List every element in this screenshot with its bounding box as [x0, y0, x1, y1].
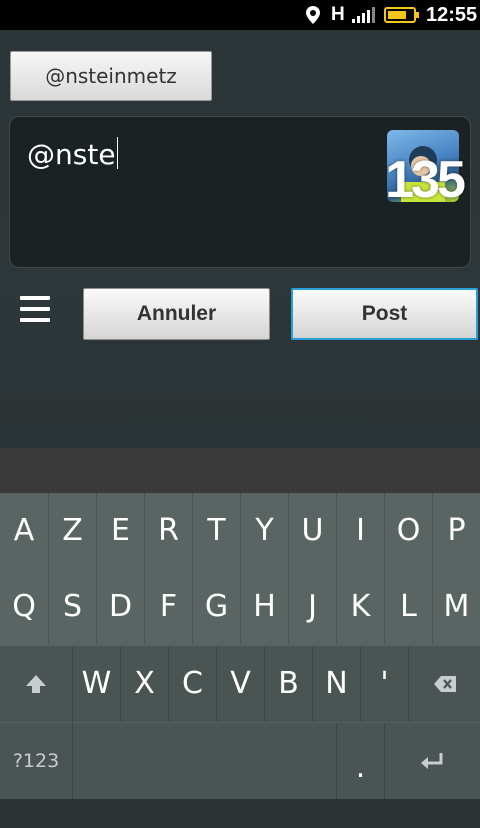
key-p[interactable]: P — [432, 493, 480, 569]
key-r[interactable]: R — [144, 493, 192, 569]
key-z[interactable]: Z — [48, 493, 96, 569]
key-x[interactable]: X — [120, 646, 168, 722]
keyboard-row-4: ?123 . — [0, 723, 480, 799]
symbols-key[interactable]: ?123 — [0, 723, 72, 799]
key-b[interactable]: B — [264, 646, 312, 722]
space-key[interactable] — [72, 723, 336, 799]
location-icon — [306, 6, 320, 24]
enter-key[interactable] — [384, 723, 480, 799]
battery-icon — [384, 7, 419, 23]
backspace-icon — [434, 676, 456, 692]
shift-key[interactable] — [0, 646, 72, 722]
key-f[interactable]: F — [144, 569, 192, 645]
status-bar: H 12:55 — [0, 0, 480, 30]
keyboard-row-1: A Z E R T Y U I O P — [0, 493, 480, 569]
cancel-button[interactable]: Annuler — [83, 288, 270, 340]
key-d[interactable]: D — [96, 569, 144, 645]
enter-icon — [421, 753, 443, 769]
key-h[interactable]: H — [240, 569, 288, 645]
network-type: H — [331, 4, 345, 25]
compose-box[interactable]: @nste 135 — [9, 116, 471, 268]
compose-input[interactable]: @nste — [27, 137, 118, 171]
compose-screen: @nsteinmetz @nste 135 Annuler Post — [0, 30, 480, 448]
character-count: 135 — [385, 151, 466, 209]
mention-chip[interactable]: @nsteinmetz — [10, 51, 212, 101]
clock: 12:55 — [426, 4, 478, 26]
menu-icon[interactable] — [20, 296, 50, 326]
key-u[interactable]: U — [288, 493, 336, 569]
key-c[interactable]: C — [168, 646, 216, 722]
shift-icon — [26, 675, 46, 693]
keyboard-row-2: Q S D F G H J K L M — [0, 569, 480, 645]
post-button[interactable]: Post — [291, 288, 478, 340]
key-n[interactable]: N — [312, 646, 360, 722]
keyboard-spacer — [0, 448, 480, 493]
key-g[interactable]: G — [192, 569, 240, 645]
key-s[interactable]: S — [48, 569, 96, 645]
compose-text: @nste — [27, 138, 116, 171]
key-apostrophe[interactable]: ' — [360, 646, 408, 722]
key-period[interactable]: . — [336, 723, 384, 799]
key-y[interactable]: Y — [240, 493, 288, 569]
key-e[interactable]: E — [96, 493, 144, 569]
key-v[interactable]: V — [216, 646, 264, 722]
key-q[interactable]: Q — [0, 569, 48, 645]
key-m[interactable]: M — [432, 569, 480, 645]
key-i[interactable]: I — [336, 493, 384, 569]
keyboard-row-3: W X C V B N ' — [0, 646, 480, 722]
key-w[interactable]: W — [72, 646, 120, 722]
signal-icon — [352, 7, 375, 23]
key-j[interactable]: J — [288, 569, 336, 645]
key-l[interactable]: L — [384, 569, 432, 645]
backspace-key[interactable] — [408, 646, 480, 722]
keyboard: A Z E R T Y U I O P Q S D F G H J K L M … — [0, 493, 480, 799]
key-o[interactable]: O — [384, 493, 432, 569]
text-caret — [116, 137, 118, 169]
key-t[interactable]: T — [192, 493, 240, 569]
key-k[interactable]: K — [336, 569, 384, 645]
key-a[interactable]: A — [0, 493, 48, 569]
